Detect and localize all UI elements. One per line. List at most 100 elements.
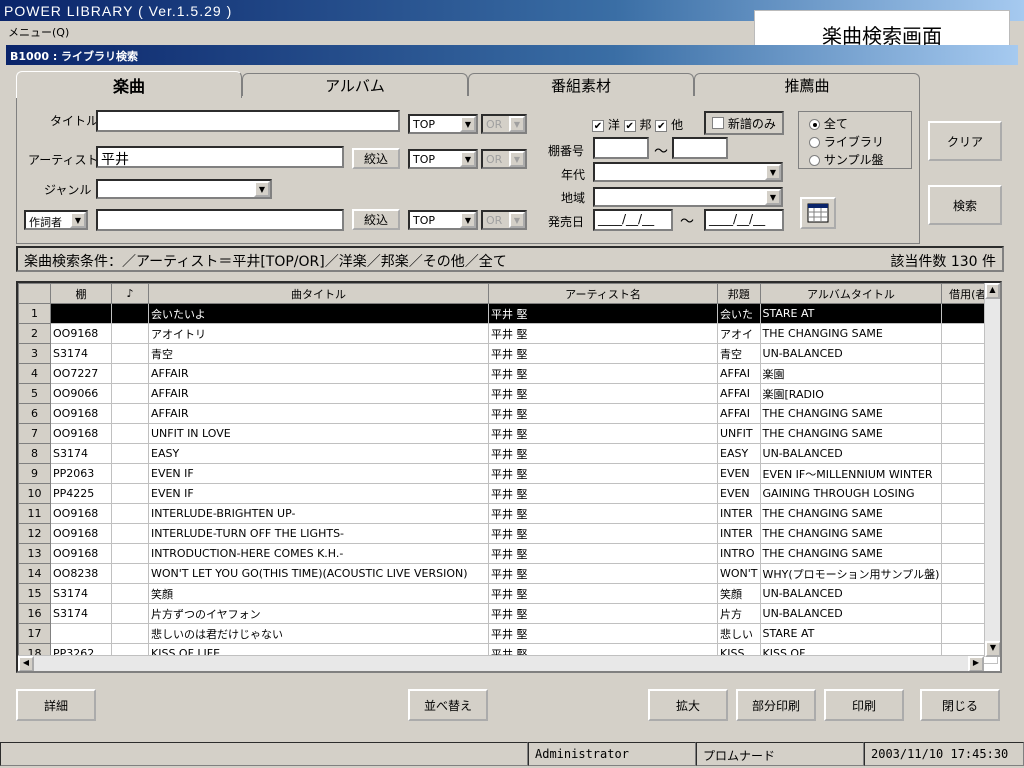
- release-from-input[interactable]: ____/__/__: [593, 209, 673, 231]
- vertical-scrollbar[interactable]: ▲ ▼: [984, 283, 1000, 657]
- tab-songs[interactable]: 楽曲: [16, 71, 242, 98]
- other-checkbox[interactable]: ✔: [655, 119, 668, 132]
- table-row[interactable]: 3 S3174 青空 平井 堅青空 UN-BALANCED: [18, 343, 999, 364]
- table-row[interactable]: 16 S3174 片方ずつのイヤフォン 平井 堅片方 UN-BALANCED: [18, 603, 999, 624]
- era-select[interactable]: ▼: [593, 162, 783, 182]
- table-cell: [111, 303, 149, 324]
- table-row[interactable]: 11 OO9168 INTERLUDE-BRIGHTEN UP- 平井 堅 INTER T…: [18, 503, 999, 524]
- table-cell: OO9168: [50, 423, 112, 444]
- table-cell: OO8238: [50, 563, 112, 584]
- table-cell: [111, 563, 149, 584]
- partial-print-button[interactable]: 部分印刷: [736, 689, 816, 721]
- table-cell: OO9168: [50, 543, 112, 564]
- composer-type-select[interactable]: 作詞者 ▼: [24, 210, 88, 230]
- chevron-down-icon: ▼: [460, 151, 476, 167]
- genre-label: ジャンル: [44, 183, 92, 197]
- scroll-left-icon[interactable]: ◀: [18, 656, 34, 671]
- table-cell: 平井 堅: [488, 623, 718, 644]
- table-cell: アオイ: [717, 323, 761, 344]
- tab-recommended[interactable]: 推薦曲: [694, 73, 920, 97]
- zoom-button[interactable]: 拡大: [648, 689, 728, 721]
- new-only-toggle[interactable]: 新譜のみ: [704, 111, 784, 135]
- table-row[interactable]: 9 PP2063 EVEN IF 平井 堅 EVEN EVEN IF～MILLENNIUM…: [18, 463, 999, 484]
- table-cell: 青空: [717, 343, 761, 364]
- title-input[interactable]: [96, 110, 400, 132]
- sort-button[interactable]: 並べ替え: [408, 689, 488, 721]
- search-button[interactable]: 検索: [928, 185, 1002, 225]
- column-header[interactable]: 棚: [50, 283, 112, 304]
- table-cell: THE CHANGING SAME: [759, 323, 943, 344]
- chevron-down-icon: ▼: [509, 116, 525, 132]
- column-header[interactable]: ♪: [111, 283, 149, 304]
- composer-filter-button[interactable]: 絞込: [352, 209, 400, 230]
- table-row[interactable]: 15 S3174 笑顔 平井 堅笑顔 UN-BALANCED: [18, 583, 999, 604]
- table-row[interactable]: 5 OO9066 AFFAIR 平井 堅 AFFAI 楽園[RADIO: [18, 383, 999, 404]
- table-cell: EVEN IF: [148, 483, 489, 504]
- table-row[interactable]: 1 会いたいよ 平井 堅会いた STARE AT: [18, 303, 999, 324]
- column-header[interactable]: [18, 283, 51, 304]
- row-number: 12: [18, 523, 51, 544]
- composer-mode-select[interactable]: TOP ▼: [408, 210, 478, 230]
- composer-input[interactable]: [96, 209, 344, 231]
- table-cell: INTRO: [717, 543, 761, 564]
- artist-input[interactable]: 平井: [96, 146, 344, 168]
- table-cell: AFFAIR: [148, 403, 489, 424]
- table-cell: OO9066: [50, 383, 112, 404]
- column-header[interactable]: アーティスト名: [488, 283, 718, 304]
- row-number: 6: [18, 403, 51, 424]
- table-row[interactable]: 10 PP4225 EVEN IF 平井 堅 EVEN GAINING THROUGH L…: [18, 483, 999, 504]
- table-cell: [111, 423, 149, 444]
- column-header[interactable]: アルバムタイトル: [759, 283, 943, 304]
- new-only-checkbox[interactable]: [712, 117, 725, 129]
- scroll-up-icon[interactable]: ▲: [985, 283, 1000, 299]
- artist-mode-select[interactable]: TOP ▼: [408, 149, 478, 169]
- title-mode-select[interactable]: TOP ▼: [408, 114, 478, 134]
- results-table: 棚 ♪ 曲タイトル アーティスト名 邦題 アルバムタイトル 借用(者) 1 会いたいよ 平井 堅…: [18, 283, 999, 664]
- table-cell: 平井 堅: [488, 343, 718, 364]
- table-cell: S3174: [50, 443, 112, 464]
- scroll-down-icon[interactable]: ▼: [985, 641, 1000, 657]
- artist-filter-button[interactable]: 絞込: [352, 148, 400, 169]
- radio-all[interactable]: 全て: [809, 115, 848, 132]
- table-cell: 平井 堅: [488, 543, 718, 564]
- table-cell: 平井 堅: [488, 483, 718, 504]
- column-header[interactable]: 邦題: [717, 283, 761, 304]
- japanese-checkbox[interactable]: ✔: [623, 119, 636, 132]
- tab-program-material[interactable]: 番組素材: [468, 73, 694, 97]
- search-condition-text: 楽曲検索条件：／アーティスト＝平井[TOP/OR]／洋楽／邦楽／その他／全て: [24, 254, 507, 270]
- table-row[interactable]: 17 悲しいのは君だけじゃない 平井 堅悲しい STARE AT: [18, 623, 999, 644]
- horizontal-scrollbar[interactable]: ◀ ▶: [18, 655, 984, 671]
- radio-library[interactable]: ライブラリ: [809, 133, 884, 150]
- close-button[interactable]: 閉じる: [920, 689, 1000, 721]
- calendar-button[interactable]: [800, 197, 836, 229]
- clear-button[interactable]: クリア: [928, 121, 1002, 161]
- shelf-from-input[interactable]: [593, 137, 649, 159]
- genre-select[interactable]: ▼: [96, 179, 272, 199]
- region-select[interactable]: ▼: [593, 187, 783, 207]
- table-row[interactable]: 4 OO7227 AFFAIR 平井 堅 AFFAI 楽園: [18, 363, 999, 384]
- table-row[interactable]: 7 OO9168 UNFIT IN LOVE 平井 堅 UNFIT THE CHANGIN…: [18, 423, 999, 444]
- western-checkbox[interactable]: ✔: [592, 119, 604, 132]
- table-row[interactable]: 12 OO9168 INTERLUDE-TURN OFF THE LIGHTS- 平井…: [18, 523, 999, 544]
- menu-item[interactable]: メニュー(Q): [8, 26, 69, 39]
- table-row[interactable]: 2 OO9168 アオイトリ 平井 堅アオイ THE CHANGING SAME: [18, 323, 999, 344]
- column-header[interactable]: 曲タイトル: [148, 283, 489, 304]
- table-row[interactable]: 14 OO8238 WON'T LET YOU GO(THIS TIME)(ACOU…: [18, 563, 999, 584]
- release-label: 発売日: [548, 215, 585, 229]
- table-row[interactable]: 8 S3174 EASY 平井 堅 EASY UN-BALANCED: [18, 443, 999, 464]
- table-cell: UNFIT: [717, 423, 761, 444]
- print-button[interactable]: 印刷: [824, 689, 904, 721]
- detail-button[interactable]: 詳細: [16, 689, 96, 721]
- release-to-input[interactable]: ____/__/__: [704, 209, 784, 231]
- chevron-down-icon: ▼: [460, 116, 476, 132]
- status-blank: [0, 742, 528, 766]
- table-row[interactable]: 13 OO9168 INTRODUCTION-HERE COMES K.H.- 平井 …: [18, 543, 999, 564]
- source-radio-group: 全て ライブラリ サンプル盤: [798, 111, 912, 169]
- row-number: 8: [18, 443, 51, 464]
- scroll-right-icon[interactable]: ▶: [968, 656, 984, 671]
- shelf-to-input[interactable]: [672, 137, 728, 159]
- radio-sample[interactable]: サンプル盤: [809, 151, 883, 168]
- table-row[interactable]: 6 OO9168 AFFAIR 平井 堅 AFFAI THE CHANGING SAME: [18, 403, 999, 424]
- table-cell: STARE AT: [759, 303, 943, 324]
- tab-albums[interactable]: アルバム: [242, 73, 468, 97]
